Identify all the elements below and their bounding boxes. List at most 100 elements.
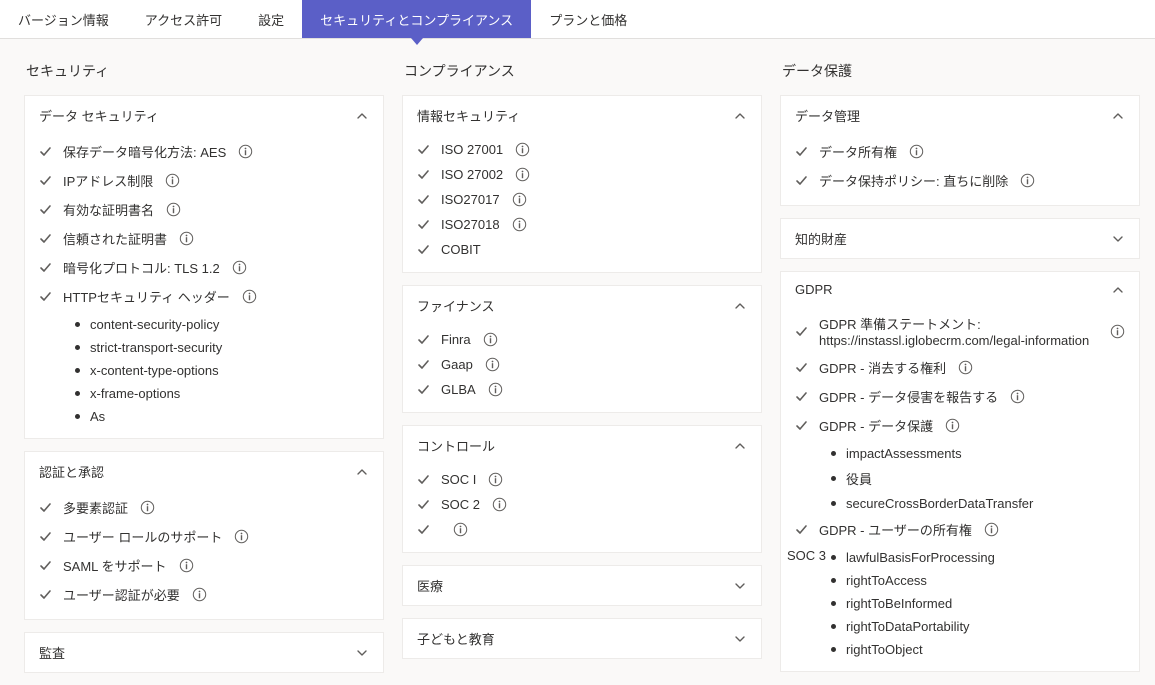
item-label: IPアドレス制限: [63, 171, 153, 190]
tab-label: バージョン情報: [18, 10, 109, 29]
info-icon[interactable]: [483, 332, 498, 347]
check-icon: [39, 261, 52, 274]
panel: データ セキュリティ保存データ暗号化方法: AESIPアドレス制限有効な証明書名…: [24, 95, 384, 439]
bullet-icon: [75, 391, 80, 396]
sublist-label: x-frame-options: [90, 386, 180, 401]
bullet-icon: [831, 476, 836, 481]
sublist-label: rightToObject: [846, 642, 923, 657]
tab-label: アクセス許可: [145, 10, 222, 29]
sublist-item: 役員: [831, 465, 1131, 492]
panel-header[interactable]: ファイナンス: [403, 286, 761, 325]
info-icon[interactable]: [512, 217, 527, 232]
info-icon[interactable]: [179, 231, 194, 246]
panel-body: 保存データ暗号化方法: AESIPアドレス制限有効な証明書名信頼された証明書暗号…: [25, 135, 383, 438]
item-label: GDPR 準備ステートメント: https://instassl.iglobec…: [819, 314, 1098, 348]
column-0: セキュリティデータ セキュリティ保存データ暗号化方法: AESIPアドレス制限有…: [24, 57, 384, 685]
chevron-up-icon: [355, 109, 369, 123]
bullet-icon: [831, 647, 836, 652]
item-label: ISO 27002: [441, 167, 503, 182]
list-item: データ保持ポリシー: 直ちに削除: [789, 166, 1131, 195]
sublist-label: lawfulBasisForProcessing: [846, 550, 995, 565]
list-item: ISO27017: [411, 187, 753, 212]
sublist-label: secureCrossBorderDataTransfer: [846, 496, 1033, 511]
info-icon[interactable]: [958, 360, 973, 375]
stray-label: SOC 3: [787, 548, 826, 563]
check-icon: [795, 523, 808, 536]
panel-header[interactable]: データ セキュリティ: [25, 96, 383, 135]
list-item: ユーザー ロールのサポート: [33, 522, 375, 551]
bullet-icon: [75, 322, 80, 327]
column-title: セキュリティ: [26, 61, 384, 81]
info-icon[interactable]: [488, 472, 503, 487]
list-item: GLBA: [411, 377, 753, 402]
check-icon: [39, 559, 52, 572]
bullet-icon: [75, 414, 80, 419]
panel-body: ISO 27001ISO 27002ISO27017ISO27018COBIT: [403, 135, 761, 272]
panel-header[interactable]: 認証と承認: [25, 452, 383, 491]
panel-header[interactable]: 監査: [25, 633, 383, 672]
info-icon[interactable]: [140, 500, 155, 515]
info-icon[interactable]: [515, 167, 530, 182]
info-icon[interactable]: [165, 173, 180, 188]
list-item: GDPR - データ保護: [789, 411, 1131, 440]
list-item: [411, 517, 753, 542]
check-icon: [795, 361, 808, 374]
chevron-up-icon: [1111, 283, 1125, 297]
panel-header[interactable]: 医療: [403, 566, 761, 605]
info-icon[interactable]: [238, 144, 253, 159]
panel-header[interactable]: データ管理: [781, 96, 1139, 135]
item-label: HTTPセキュリティ ヘッダー: [63, 287, 230, 306]
tab-0[interactable]: バージョン情報: [0, 0, 127, 38]
columns: セキュリティデータ セキュリティ保存データ暗号化方法: AESIPアドレス制限有…: [0, 39, 1155, 685]
panel-header[interactable]: 知的財産: [781, 219, 1139, 258]
panel-header[interactable]: コントロール: [403, 426, 761, 465]
check-icon: [417, 243, 430, 256]
tab-3[interactable]: セキュリティとコンプライアンス: [302, 0, 531, 38]
info-icon[interactable]: [485, 357, 500, 372]
info-icon[interactable]: [488, 382, 503, 397]
panel-header[interactable]: 子どもと教育: [403, 619, 761, 658]
panel-title: 監査: [39, 643, 65, 662]
info-icon[interactable]: [234, 529, 249, 544]
info-icon[interactable]: [945, 418, 960, 433]
panel-title: ファイナンス: [417, 296, 494, 315]
column-1: コンプライアンス情報セキュリティISO 27001ISO 27002ISO270…: [402, 57, 762, 685]
check-icon: [795, 390, 808, 403]
info-icon[interactable]: [492, 497, 507, 512]
tab-2[interactable]: 設定: [240, 0, 302, 38]
info-icon[interactable]: [232, 260, 247, 275]
chevron-down-icon: [733, 579, 747, 593]
panel-title: GDPR: [795, 282, 833, 297]
check-icon: [39, 203, 52, 216]
info-icon[interactable]: [984, 522, 999, 537]
list-item: 保存データ暗号化方法: AES: [33, 137, 375, 166]
info-icon[interactable]: [512, 192, 527, 207]
sublist-label: rightToAccess: [846, 573, 927, 588]
list-item: GDPR 準備ステートメント: https://instassl.iglobec…: [789, 309, 1131, 353]
info-icon[interactable]: [242, 289, 257, 304]
info-icon[interactable]: [179, 558, 194, 573]
check-icon: [39, 232, 52, 245]
panel: コントロールSOC ISOC 2: [402, 425, 762, 553]
info-icon[interactable]: [453, 522, 468, 537]
panel: 認証と承認多要素認証ユーザー ロールのサポートSAML をサポートユーザー認証が…: [24, 451, 384, 620]
bullet-icon: [831, 501, 836, 506]
panel-title: 認証と承認: [39, 462, 104, 481]
info-icon[interactable]: [166, 202, 181, 217]
tab-label: プランと価格: [549, 10, 627, 29]
info-icon[interactable]: [909, 144, 924, 159]
info-icon[interactable]: [1010, 389, 1025, 404]
list-item: データ所有権: [789, 137, 1131, 166]
list-item: Gaap: [411, 352, 753, 377]
info-icon[interactable]: [1110, 324, 1125, 339]
info-icon[interactable]: [515, 142, 530, 157]
panel-header[interactable]: GDPR: [781, 272, 1139, 307]
item-label: ユーザー ロールのサポート: [63, 527, 222, 546]
bullet-icon: [831, 624, 836, 629]
panel-header[interactable]: 情報セキュリティ: [403, 96, 761, 135]
tab-1[interactable]: アクセス許可: [127, 0, 240, 38]
info-icon[interactable]: [192, 587, 207, 602]
tab-4[interactable]: プランと価格: [531, 0, 645, 38]
item-label: COBIT: [441, 242, 481, 257]
info-icon[interactable]: [1020, 173, 1035, 188]
